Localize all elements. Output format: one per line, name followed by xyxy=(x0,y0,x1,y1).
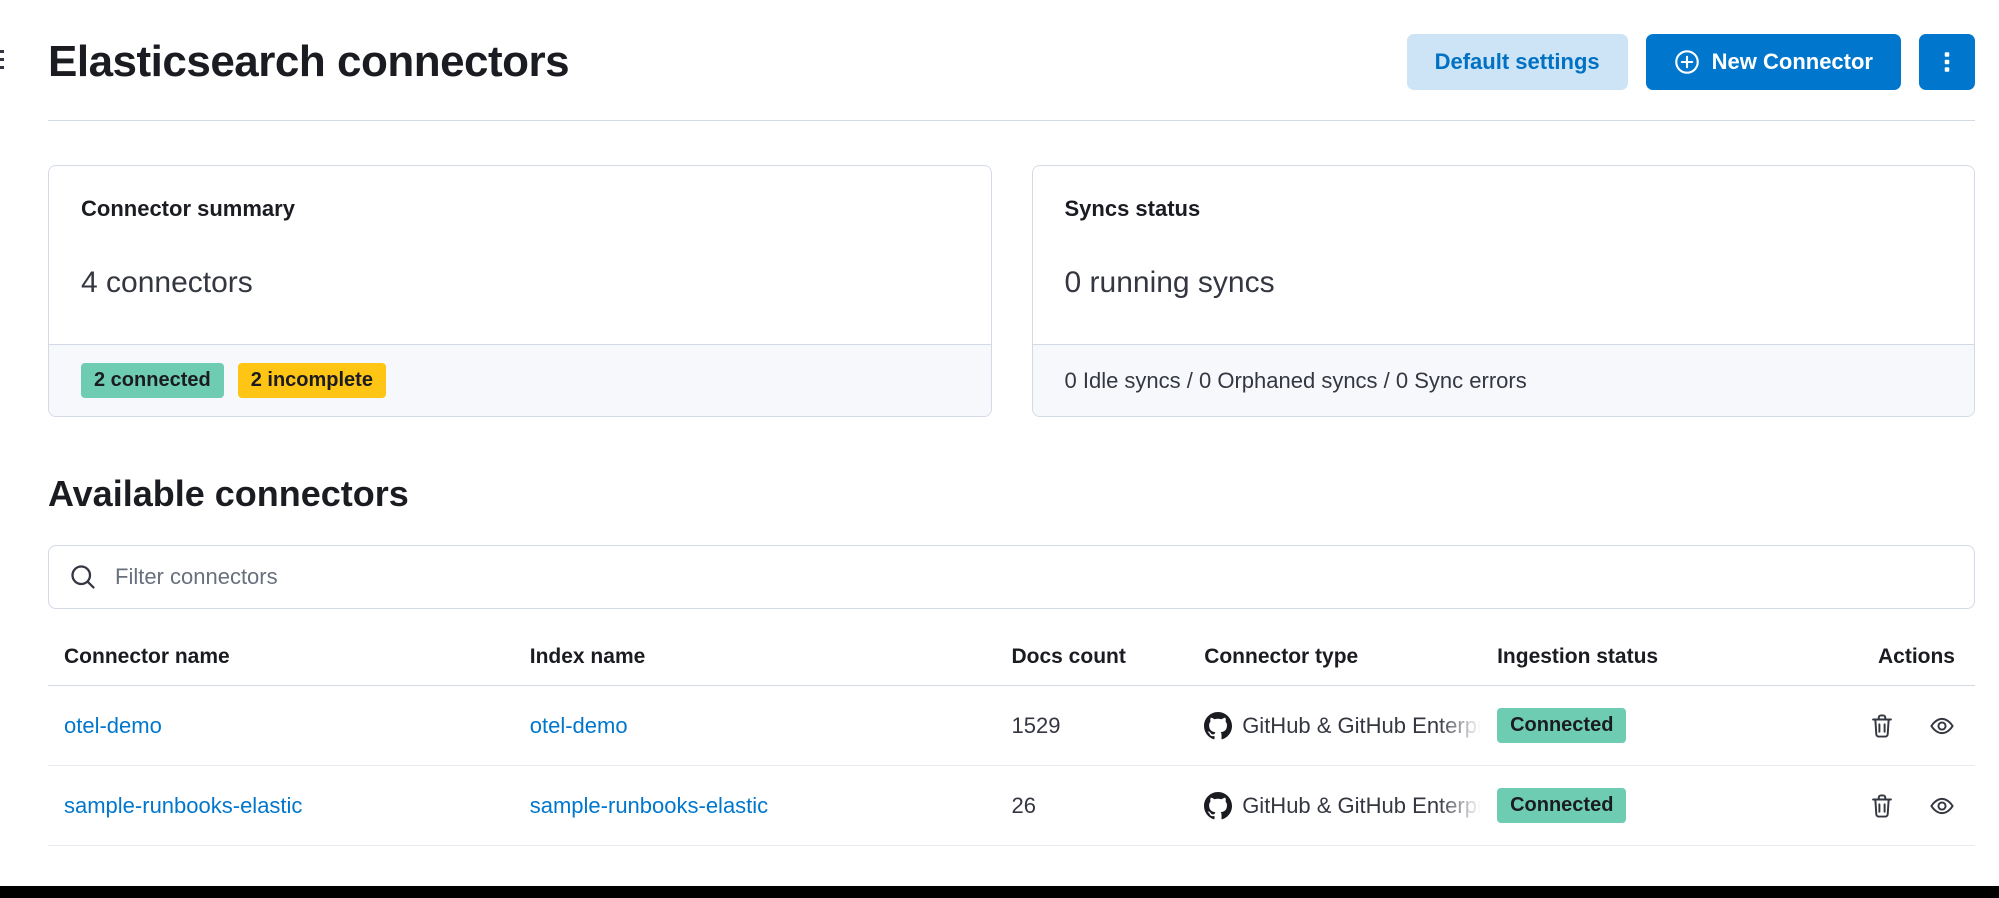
ingestion-status-badge: Connected xyxy=(1497,788,1626,823)
trash-icon xyxy=(1869,713,1895,739)
connector-type-cell: GitHub & GitHub Enterprise Server xyxy=(1204,792,1481,820)
col-connector-type: Connector type xyxy=(1204,645,1497,686)
screenshot-bottom-edge xyxy=(0,886,1999,898)
col-docs-count: Docs count xyxy=(1012,645,1205,686)
syncs-status-breakdown: 0 Idle syncs / 0 Orphaned syncs / 0 Sync… xyxy=(1065,368,1527,394)
syncs-status-title: Syncs status xyxy=(1065,196,1943,222)
connector-summary-title: Connector summary xyxy=(81,196,959,222)
header-divider xyxy=(48,120,1975,121)
connector-summary-card: Connector summary 4 connectors 2 connect… xyxy=(48,165,992,417)
github-icon xyxy=(1204,712,1232,740)
index-name-link[interactable]: sample-runbooks-elastic xyxy=(530,793,768,818)
connected-count-badge: 2 connected xyxy=(81,363,224,398)
summary-cards: Connector summary 4 connectors 2 connect… xyxy=(48,165,1975,417)
connector-count: 4 connectors xyxy=(81,266,959,300)
table-row: sample-runbooks-elastic sample-runbooks-… xyxy=(48,766,1975,846)
github-icon xyxy=(1204,792,1232,820)
connector-type-cell: GitHub & GitHub Enterprise Server xyxy=(1204,712,1481,740)
syncs-status-card: Syncs status 0 running syncs 0 Idle sync… xyxy=(1032,165,1976,417)
syncs-status-footer: 0 Idle syncs / 0 Orphaned syncs / 0 Sync… xyxy=(1033,344,1975,416)
plus-in-circle-icon xyxy=(1674,49,1700,75)
connector-name-link[interactable]: otel-demo xyxy=(64,713,162,738)
boxes-vertical-icon xyxy=(1935,50,1959,74)
connector-type-label: GitHub & GitHub Enterprise Server xyxy=(1242,793,1481,819)
eye-icon xyxy=(1929,713,1955,739)
delete-connector-button[interactable] xyxy=(1869,793,1895,819)
default-settings-button[interactable]: Default settings xyxy=(1407,34,1628,90)
new-connector-label: New Connector xyxy=(1712,49,1873,75)
ingestion-status-badge: Connected xyxy=(1497,708,1626,743)
connector-summary-footer: 2 connected 2 incomplete xyxy=(49,344,991,416)
header-actions: Default settings New Connector xyxy=(1407,34,1975,90)
available-connectors-heading: Available connectors xyxy=(48,473,1975,515)
more-actions-button[interactable] xyxy=(1919,34,1975,90)
col-actions: Actions xyxy=(1792,645,1975,686)
collapsed-nav-fragment xyxy=(0,48,6,74)
docs-count-value: 26 xyxy=(1012,766,1205,846)
running-syncs-count: 0 running syncs xyxy=(1065,266,1943,300)
table-row: otel-demo otel-demo 1529 GitHub & GitHub… xyxy=(48,686,1975,766)
page-title: Elasticsearch connectors xyxy=(48,37,569,87)
eye-icon xyxy=(1929,793,1955,819)
col-connector-name: Connector name xyxy=(48,645,530,686)
search-icon xyxy=(69,563,97,591)
connectors-table: Connector name Index name Docs count Con… xyxy=(48,645,1975,846)
view-connector-button[interactable] xyxy=(1929,713,1955,739)
view-connector-button[interactable] xyxy=(1929,793,1955,819)
docs-count-value: 1529 xyxy=(1012,686,1205,766)
col-ingestion-status: Ingestion status xyxy=(1497,645,1792,686)
table-header-row: Connector name Index name Docs count Con… xyxy=(48,645,1975,686)
filter-connectors-searchbar[interactable] xyxy=(48,545,1975,609)
connector-name-link[interactable]: sample-runbooks-elastic xyxy=(64,793,302,818)
incomplete-count-badge: 2 incomplete xyxy=(238,363,386,398)
new-connector-button[interactable]: New Connector xyxy=(1646,34,1901,90)
page-header: Elasticsearch connectors Default setting… xyxy=(48,34,1975,90)
connector-type-label: GitHub & GitHub Enterprise Server xyxy=(1242,713,1481,739)
index-name-link[interactable]: otel-demo xyxy=(530,713,628,738)
filter-connectors-input[interactable] xyxy=(113,563,1954,591)
connectors-page: Elasticsearch connectors Default setting… xyxy=(0,0,1999,846)
col-index-name: Index name xyxy=(530,645,1012,686)
trash-icon xyxy=(1869,793,1895,819)
delete-connector-button[interactable] xyxy=(1869,713,1895,739)
